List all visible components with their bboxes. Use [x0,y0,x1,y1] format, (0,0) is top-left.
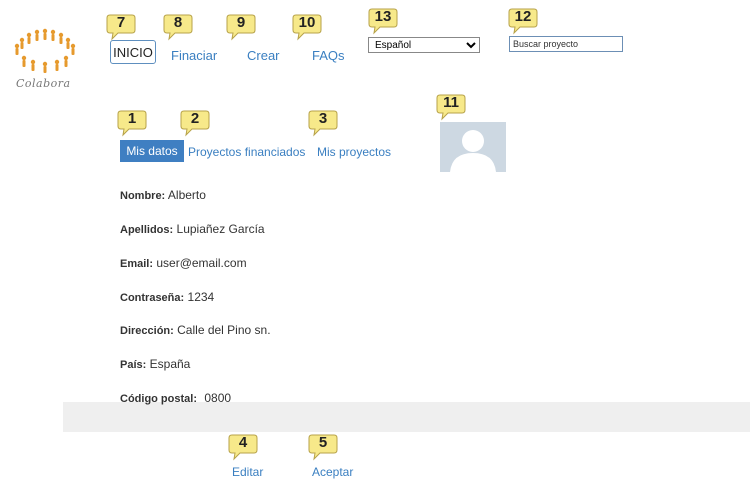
callout-9: 9 [226,12,256,41]
nav-crear[interactable]: Crear [247,48,280,63]
callout-13: 13 [368,6,398,35]
field-apellidos-value: Lupiañez García [176,222,265,236]
aceptar-button[interactable]: Aceptar [312,465,353,479]
field-contrasena-label: Contraseña: [120,292,185,304]
tab-mis-proyectos[interactable]: Mis proyectos [317,145,391,159]
avatar[interactable] [440,122,506,172]
callout-10: 10 [292,12,322,41]
callout-2: 2 [180,108,210,137]
field-apellidos: Apellidos: Lupiañez García [120,222,265,236]
callout-11: 11 [436,92,466,121]
field-nombre: Nombre: Alberto [120,188,206,202]
callout-5: 5 [308,432,338,461]
field-email-value: user@email.com [156,256,247,270]
user-placeholder-icon [440,122,506,172]
field-apellidos-label: Apellidos: [120,224,174,236]
field-nombre-label: Nombre: [120,190,166,202]
field-codigo-postal: Código postal: 0800 [120,391,231,405]
field-pais-value: España [149,357,191,371]
field-email: Email: user@email.com [120,256,247,270]
logo-text: Colabora [16,77,71,90]
callout-1: 1 [117,108,147,137]
field-pais: País: España [120,357,190,371]
language-select[interactable]: Español [368,37,480,53]
tab-proyectos-financiados[interactable]: Proyectos financiados [188,145,305,159]
field-direccion-label: Dirección: [120,325,174,337]
field-direccion: Dirección: Calle del Pino sn. [120,323,271,337]
footer-band [63,402,750,432]
field-pais-label: País: [120,359,147,371]
nav-inicio[interactable]: INICIO [110,40,156,64]
callout-8: 8 [163,12,193,41]
field-codigo-postal-value: 0800 [204,391,232,405]
field-email-label: Email: [120,258,154,270]
callout-12: 12 [508,6,538,35]
tab-mis-datos[interactable]: Mis datos [120,140,184,162]
field-nombre-value: Alberto [167,188,206,202]
field-contrasena: Contraseña: 1234 [120,290,214,304]
logo-icon [14,28,76,73]
field-contrasena-value: 1234 [187,290,215,304]
callout-3: 3 [308,108,338,137]
search-input[interactable] [509,36,623,52]
callout-4: 4 [228,432,258,461]
callout-7: 7 [106,12,136,41]
nav-faqs[interactable]: FAQs [312,48,345,63]
field-codigo-postal-label: Código postal: [120,393,197,405]
nav-financiar[interactable]: Finaciar [171,48,217,63]
editar-button[interactable]: Editar [232,465,263,479]
field-direccion-value: Calle del Pino sn. [177,323,271,337]
